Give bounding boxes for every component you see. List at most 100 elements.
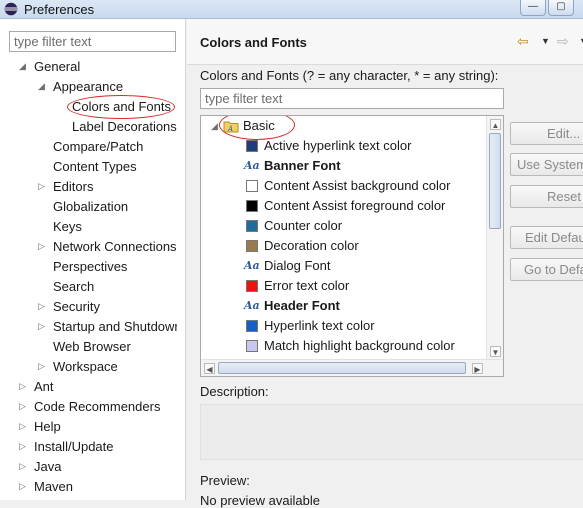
- tree-item-security[interactable]: Security: [53, 297, 100, 317]
- tree-item-perspectives[interactable]: Perspectives: [53, 257, 127, 277]
- window-title: Preferences: [24, 2, 95, 17]
- list-item[interactable]: Content Assist foreground color: [201, 196, 486, 216]
- list-item[interactable]: Error text color: [201, 276, 486, 296]
- forward-dropdown-icon[interactable]: ▼: [579, 36, 583, 46]
- color-swatch: [246, 280, 258, 292]
- page-title: Colors and Fonts: [200, 35, 307, 50]
- category-basic-label: Basic: [243, 118, 275, 133]
- eclipse-icon: [4, 2, 18, 16]
- scroll-down-icon[interactable]: ▼: [490, 346, 501, 357]
- font-icon: Aa: [244, 159, 260, 172]
- expand-right-icon[interactable]: ▷: [38, 241, 45, 252]
- tree-item-workspace[interactable]: Workspace: [53, 357, 118, 377]
- list-item-label: Content Assist background color: [264, 178, 451, 193]
- colors-filter-input[interactable]: [200, 88, 504, 109]
- expand-right-icon[interactable]: ▷: [19, 461, 26, 472]
- list-item[interactable]: Content Assist background color: [201, 176, 486, 196]
- color-swatch: [246, 200, 258, 212]
- use-system-font-button[interactable]: Use System Font: [510, 153, 583, 176]
- list-item-label: Match highlight background color: [264, 338, 455, 353]
- tree-item-globalization[interactable]: Globalization: [53, 197, 128, 217]
- tree-item-ant[interactable]: Ant: [34, 377, 54, 397]
- list-item[interactable]: Aa Banner Font: [201, 156, 486, 176]
- back-dropdown-icon[interactable]: ▼: [541, 36, 550, 46]
- expand-right-icon[interactable]: ▷: [38, 301, 45, 312]
- tree-item-maven[interactable]: Maven: [34, 477, 73, 497]
- color-swatch: [246, 240, 258, 252]
- tree-item-general[interactable]: General: [34, 57, 80, 77]
- list-item-label: Content Assist foreground color: [264, 198, 446, 213]
- tree-item-content-types[interactable]: Content Types: [53, 157, 137, 177]
- list-item[interactable]: Aa Header Font: [201, 296, 486, 316]
- edit-button[interactable]: Edit...: [510, 122, 583, 145]
- tree-item-web-browser[interactable]: Web Browser: [53, 337, 131, 357]
- list-item[interactable]: Counter color: [201, 216, 486, 236]
- colors-and-fonts-page: Colors and Fonts ⇦ ▼ ⇨ ▼ Colors and Font…: [187, 19, 583, 508]
- list-item-label: Hyperlink text color: [264, 318, 375, 333]
- expand-right-icon[interactable]: ▷: [19, 421, 26, 432]
- tree-item-code-recommenders[interactable]: Code Recommenders: [34, 397, 160, 417]
- scroll-thumb[interactable]: [218, 362, 466, 374]
- minimize-button[interactable]: —: [520, 0, 546, 16]
- edit-default-button[interactable]: Edit Default...: [510, 226, 583, 249]
- expand-right-icon[interactable]: ▷: [38, 361, 45, 372]
- scroll-right-icon[interactable]: ▶: [472, 363, 483, 374]
- svg-text:A: A: [227, 125, 233, 133]
- expand-down-icon[interactable]: ◢: [19, 61, 26, 72]
- list-item[interactable]: Active hyperlink text color: [201, 136, 486, 156]
- scroll-thumb[interactable]: [489, 133, 501, 229]
- list-item-label: Header Font: [264, 298, 340, 313]
- tree-item-appearance[interactable]: Appearance: [53, 77, 123, 97]
- expand-right-icon[interactable]: ▷: [19, 481, 26, 492]
- title-bar: Preferences — ▢: [0, 0, 583, 19]
- list-item[interactable]: Hyperlink text color: [201, 316, 486, 336]
- vertical-scrollbar[interactable]: ▲ ▼: [486, 116, 503, 360]
- preview-label: Preview:: [200, 473, 250, 488]
- preview-text: No preview available: [200, 493, 320, 508]
- description-label: Description:: [200, 384, 269, 399]
- minimize-icon: —: [528, 1, 538, 12]
- tree-item-help[interactable]: Help: [34, 417, 61, 437]
- list-item[interactable]: Aa Dialog Font: [201, 256, 486, 276]
- tree-item-colors-and-fonts[interactable]: Colors and Fonts: [72, 97, 171, 117]
- tree-item-java[interactable]: Java: [34, 457, 61, 477]
- scroll-up-icon[interactable]: ▲: [490, 119, 501, 130]
- expand-right-icon[interactable]: ▷: [19, 381, 26, 392]
- list-item-label: Error text color: [264, 278, 350, 293]
- list-item-label: Counter color: [264, 218, 343, 233]
- tree-item-label-decorations[interactable]: Label Decorations: [72, 117, 177, 137]
- scroll-left-icon[interactable]: ◀: [204, 363, 215, 374]
- color-swatch: [246, 180, 258, 192]
- forward-arrow-icon[interactable]: ⇨: [557, 33, 569, 50]
- font-icon: Aa: [244, 299, 260, 312]
- list-item[interactable]: Decoration color: [201, 236, 486, 256]
- expand-right-icon[interactable]: ▷: [38, 181, 45, 192]
- tree-item-compare-patch[interactable]: Compare/Patch: [53, 137, 143, 157]
- tree-item-editors[interactable]: Editors: [53, 177, 93, 197]
- maximize-button[interactable]: ▢: [548, 0, 574, 16]
- expand-right-icon[interactable]: ▷: [19, 401, 26, 412]
- tree-item-search[interactable]: Search: [53, 277, 94, 297]
- expand-down-icon[interactable]: ◢: [211, 116, 218, 136]
- go-to-default-button[interactable]: Go to Default: [510, 258, 583, 281]
- back-arrow-icon[interactable]: ⇦: [517, 33, 529, 50]
- tree-item-network-connections[interactable]: Network Connections: [53, 237, 177, 257]
- list-item-label: Banner Font: [264, 158, 341, 173]
- maximize-icon: ▢: [556, 1, 566, 12]
- list-item-label: Active hyperlink text color: [264, 138, 412, 153]
- list-item[interactable]: Match highlight background color: [201, 336, 486, 356]
- expand-down-icon[interactable]: ◢: [38, 81, 45, 92]
- preference-tree-pane: ◢ General ◢ Appearance Colors and Fonts …: [0, 19, 186, 500]
- page-header: Colors and Fonts ⇦ ▼ ⇨ ▼: [187, 19, 583, 65]
- tree-item-keys[interactable]: Keys: [53, 217, 82, 237]
- tree-item-startup-and-shutdown[interactable]: Startup and Shutdown: [53, 317, 177, 337]
- horizontal-scrollbar[interactable]: ◀ ▶: [201, 359, 503, 376]
- expand-right-icon[interactable]: ▷: [19, 441, 26, 452]
- tree-item-install-update[interactable]: Install/Update: [34, 437, 114, 457]
- tree-filter-input[interactable]: [9, 31, 176, 52]
- reset-button[interactable]: Reset: [510, 185, 583, 208]
- list-item-label: Dialog Font: [264, 258, 331, 273]
- expand-right-icon[interactable]: ▷: [38, 321, 45, 332]
- category-basic[interactable]: ◢ A Basic: [201, 116, 491, 136]
- folder-icon: A: [223, 121, 239, 133]
